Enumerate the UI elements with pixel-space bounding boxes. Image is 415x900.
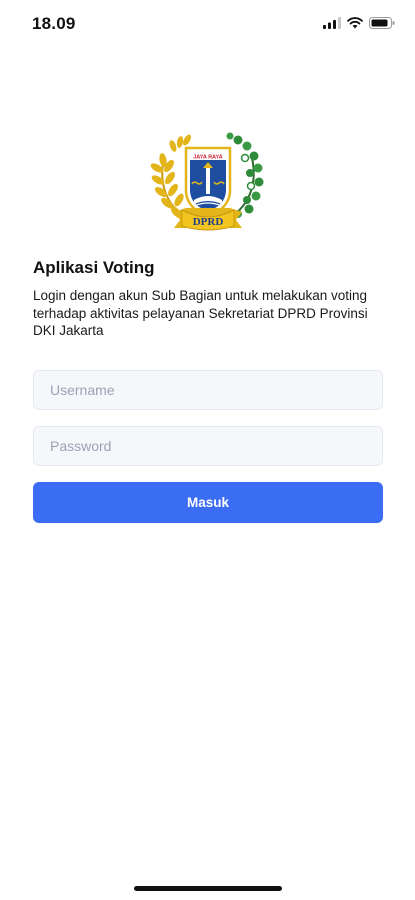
status-icons <box>323 17 395 29</box>
status-bar: 18.09 <box>0 0 415 48</box>
home-indicator <box>134 886 282 891</box>
jakarta-shield: JAYA RAYA <box>184 146 232 218</box>
shield-motto: JAYA RAYA <box>193 155 223 161</box>
page-title: Aplikasi Voting <box>33 258 155 277</box>
dprd-banner-text: DPRD <box>193 216 224 228</box>
wifi-icon <box>347 17 363 29</box>
status-time: 18.09 <box>32 14 76 33</box>
dprd-banner: DPRD <box>174 208 242 231</box>
dprd-emblem: JAYA RAYA DPRD <box>150 132 264 231</box>
battery-icon <box>369 17 395 29</box>
password-field[interactable] <box>33 426 383 466</box>
cotton-wreath <box>225 132 264 221</box>
username-field[interactable] <box>33 370 383 410</box>
dprd-logo: JAYA RAYA DPRD <box>150 128 266 238</box>
signal-icon <box>323 17 341 29</box>
login-button[interactable]: Masuk <box>33 482 383 523</box>
login-description: Login dengan akun Sub Bagian untuk melak… <box>33 288 368 338</box>
